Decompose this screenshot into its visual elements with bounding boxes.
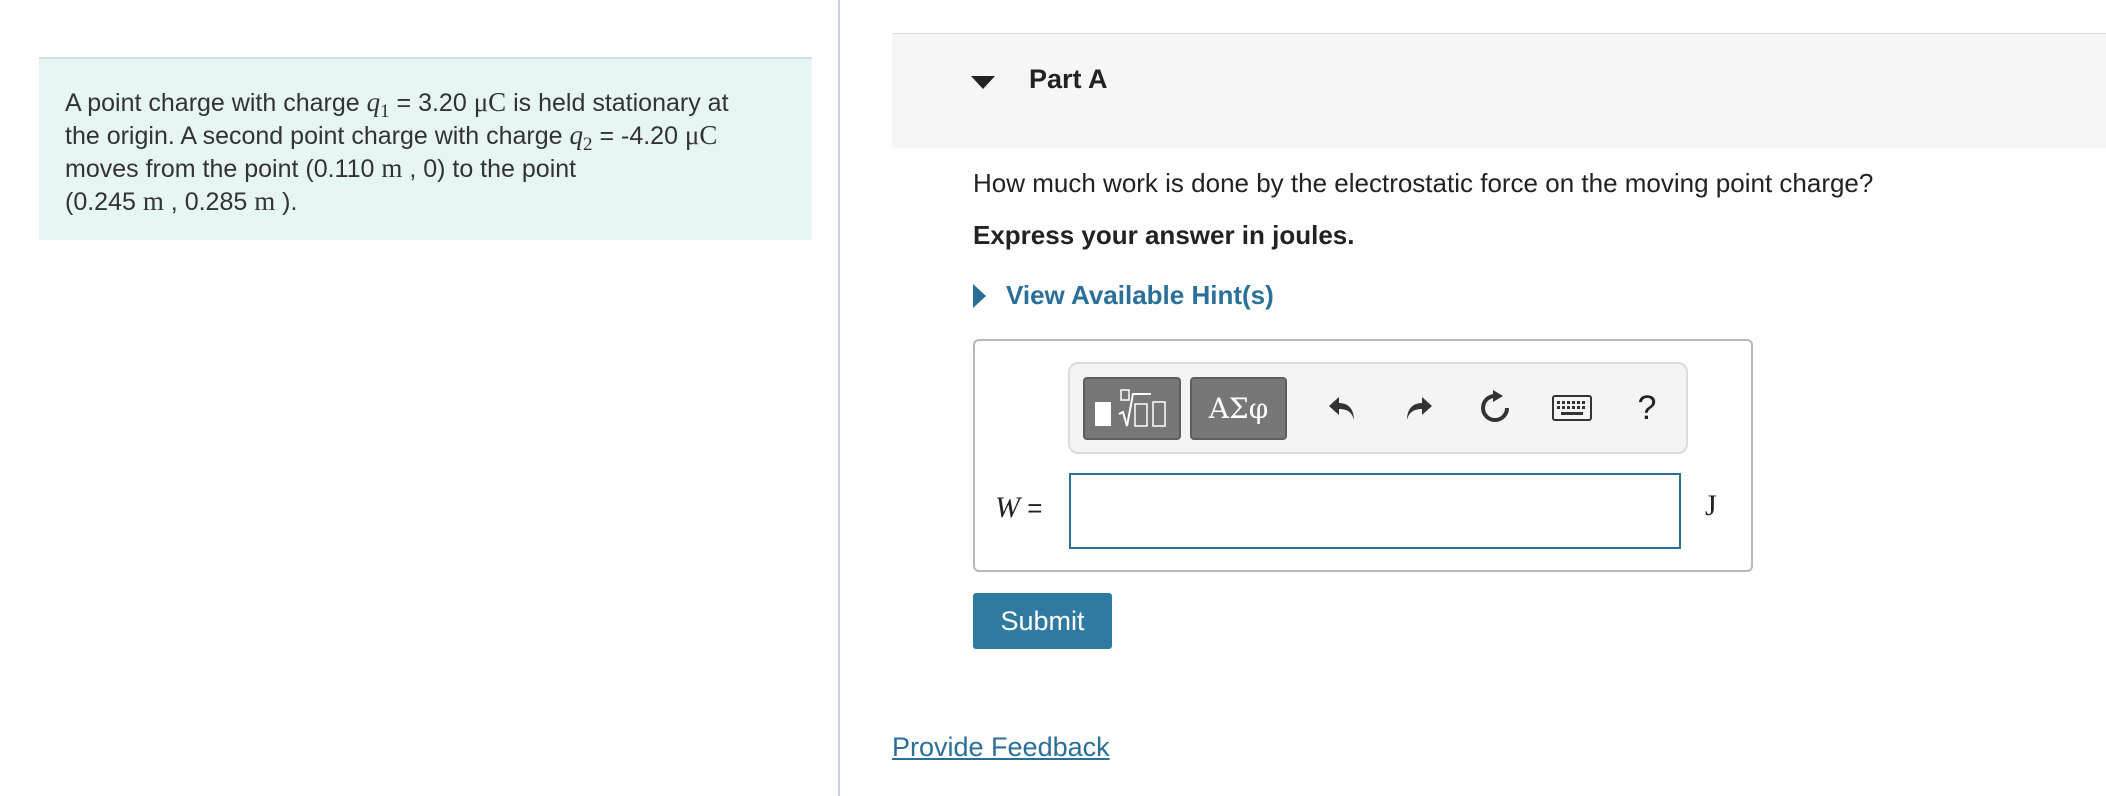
problem-line-3: moves from the point (0.110 m , 0) to th… <box>65 153 577 183</box>
answer-unit: J <box>1705 489 1717 522</box>
q2-symbol: q2 <box>569 120 593 155</box>
problem-line-2: the origin. A second point charge with c… <box>65 120 718 155</box>
help-icon: ? <box>1637 388 1657 427</box>
undo-button[interactable] <box>1320 386 1364 430</box>
template-button[interactable] <box>1083 377 1181 440</box>
keyboard-icon <box>1552 395 1592 421</box>
q2-unit: μC <box>684 120 718 150</box>
problem-line-4: (0.245 m , 0.285 m ). <box>65 186 298 216</box>
redo-button[interactable] <box>1397 386 1441 430</box>
expand-caret-icon <box>973 283 986 308</box>
answer-pane: Part A How much work is done by the elec… <box>840 0 2106 796</box>
problem-statement: A point charge with charge q1 = 3.20 μC … <box>39 57 812 240</box>
keyboard-button[interactable] <box>1550 386 1594 430</box>
collapse-caret-icon[interactable] <box>971 76 995 89</box>
q1-unit: μC <box>473 87 507 117</box>
problem-line-1: A point charge with charge q1 = 3.20 μC … <box>65 87 729 122</box>
math-toolbar: ΑΣφ ? <box>1068 362 1688 454</box>
instruction-text: Express your answer in joules. <box>973 220 1355 250</box>
view-hints-label[interactable]: View Available Hint(s) <box>1006 280 1274 311</box>
question-text: How much work is done by the electrostat… <box>973 168 1874 198</box>
redo-icon <box>1407 397 1432 420</box>
submit-button[interactable]: Submit <box>973 593 1112 649</box>
template-icon <box>1095 388 1166 427</box>
q1-symbol: q1 <box>366 87 390 122</box>
answer-box: ΑΣφ ? W = J <box>973 339 1753 572</box>
answer-variable-label: W = <box>995 491 1043 524</box>
greek-symbols-button[interactable]: ΑΣφ <box>1190 377 1287 440</box>
problem-pane: A point charge with charge q1 = 3.20 μC … <box>0 0 838 796</box>
help-button[interactable]: ? <box>1625 386 1669 430</box>
reset-button[interactable] <box>1473 386 1517 430</box>
part-header[interactable]: Part A <box>892 33 2106 148</box>
undo-icon <box>1329 397 1354 420</box>
provide-feedback-link[interactable]: Provide Feedback <box>892 732 1110 763</box>
view-hints-toggle[interactable]: View Available Hint(s) <box>973 280 1274 311</box>
reset-icon <box>1481 390 1509 422</box>
part-title: Part A <box>1029 64 1108 94</box>
answer-input[interactable] <box>1069 473 1681 549</box>
greek-symbols-icon: ΑΣφ <box>1208 392 1269 425</box>
